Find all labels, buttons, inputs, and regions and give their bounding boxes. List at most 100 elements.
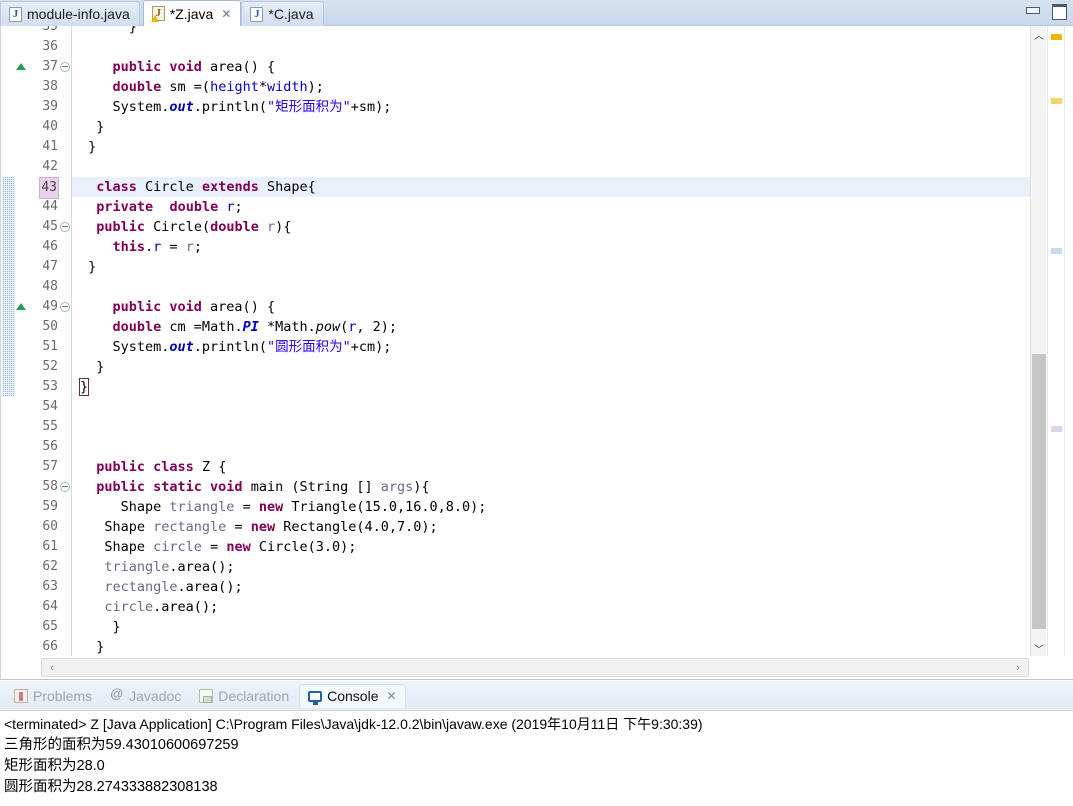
scroll-down-icon[interactable]: ﹀ bbox=[1031, 640, 1047, 656]
code-line-40[interactable]: } bbox=[72, 117, 1032, 137]
code-token: Shape{ bbox=[258, 179, 316, 195]
code-line-66[interactable]: } bbox=[72, 637, 1032, 656]
code-line-47[interactable]: } bbox=[72, 257, 1032, 277]
line-number-57[interactable]: 57 bbox=[15, 457, 71, 477]
editor-tab-label: *Z.java bbox=[169, 5, 214, 22]
line-number-62[interactable]: 62 bbox=[15, 557, 71, 577]
code-line-51[interactable]: System.out.println("圆形面积为"+cm); bbox=[72, 337, 1032, 357]
code-line-52[interactable]: } bbox=[72, 357, 1032, 377]
line-number-64[interactable]: 64 bbox=[15, 597, 71, 617]
code-line-57[interactable]: public class Z { bbox=[72, 457, 1032, 477]
code-line-61[interactable]: Shape circle = new Circle(3.0); bbox=[72, 537, 1032, 557]
line-number-38[interactable]: 38 bbox=[15, 77, 71, 97]
ruler-warning-marker[interactable] bbox=[1051, 34, 1062, 40]
line-number-35[interactable]: 35 bbox=[15, 26, 71, 37]
line-number-36[interactable]: 36 bbox=[15, 37, 71, 57]
scroll-right-icon[interactable]: › bbox=[1009, 659, 1027, 676]
code-line-45[interactable]: public Circle(double r){ bbox=[72, 217, 1032, 237]
ruler-info-marker[interactable] bbox=[1051, 248, 1062, 254]
code-line-56[interactable] bbox=[72, 437, 1032, 457]
code-line-60[interactable]: Shape rectangle = new Rectangle(4.0,7.0)… bbox=[72, 517, 1032, 537]
line-number-60[interactable]: 60 bbox=[15, 517, 71, 537]
line-number-45[interactable]: 45 bbox=[15, 217, 71, 237]
code-token: ){ bbox=[275, 219, 292, 235]
vertical-scrollbar-thumb[interactable] bbox=[1032, 354, 1046, 629]
line-number-51[interactable]: 51 bbox=[15, 337, 71, 357]
ruler-warning-marker[interactable] bbox=[1051, 98, 1062, 104]
code-line-54[interactable] bbox=[72, 397, 1032, 417]
fold-collapse-icon[interactable] bbox=[60, 482, 70, 492]
line-number-41[interactable]: 41 bbox=[15, 137, 71, 157]
override-marker-icon[interactable] bbox=[16, 63, 26, 70]
tab-close-icon[interactable]: ✕ bbox=[221, 8, 231, 20]
line-number-56[interactable]: 56 bbox=[15, 437, 71, 457]
code-line-53[interactable]: } bbox=[72, 377, 1032, 397]
view-tab-problems[interactable]: Problems bbox=[6, 684, 100, 708]
source-code-text[interactable]: } public void area() { double sm =(heigh… bbox=[72, 26, 1032, 656]
line-number-39[interactable]: 39 bbox=[15, 97, 71, 117]
fold-collapse-icon[interactable] bbox=[60, 222, 70, 232]
code-line-65[interactable]: } bbox=[72, 617, 1032, 637]
code-line-42[interactable] bbox=[72, 157, 1032, 177]
code-line-36[interactable] bbox=[72, 37, 1032, 57]
line-number-59[interactable]: 59 bbox=[15, 497, 71, 517]
editor-tab-module-infojava[interactable]: module-info.java bbox=[0, 1, 140, 26]
minimize-icon[interactable] bbox=[1024, 3, 1041, 18]
code-line-59[interactable]: Shape triangle = new Triangle(15.0,16.0,… bbox=[72, 497, 1032, 517]
line-number-52[interactable]: 52 bbox=[15, 357, 71, 377]
scroll-up-icon[interactable]: ︿ bbox=[1031, 26, 1047, 42]
code-line-44[interactable]: private double r; bbox=[72, 197, 1032, 217]
line-number-48[interactable]: 48 bbox=[15, 277, 71, 297]
line-number-40[interactable]: 40 bbox=[15, 117, 71, 137]
line-number-43[interactable]: 43 bbox=[15, 177, 71, 199]
override-marker-icon[interactable] bbox=[16, 303, 26, 310]
line-number-53[interactable]: 53 bbox=[15, 377, 71, 397]
editor-tab-cjava[interactable]: *C.java bbox=[241, 1, 324, 26]
line-number-44[interactable]: 44 bbox=[15, 197, 71, 217]
code-line-41[interactable]: } bbox=[72, 137, 1032, 157]
code-line-55[interactable] bbox=[72, 417, 1032, 437]
code-line-49[interactable]: public void area() { bbox=[72, 297, 1032, 317]
view-tab-declaration[interactable]: Declaration bbox=[191, 684, 297, 708]
code-line-43[interactable]: class Circle extends Shape{ bbox=[72, 177, 1032, 197]
line-number-65[interactable]: 65 bbox=[15, 617, 71, 637]
console-output[interactable]: <terminated> Z [Java Application] C:\Pro… bbox=[0, 712, 1073, 806]
view-tab-console[interactable]: Console ✕ bbox=[299, 683, 406, 708]
scroll-left-icon[interactable]: ‹ bbox=[43, 659, 61, 676]
overview-ruler[interactable] bbox=[1047, 26, 1065, 656]
line-number-54[interactable]: 54 bbox=[15, 397, 71, 417]
code-line-48[interactable] bbox=[72, 277, 1032, 297]
line-number-50[interactable]: 50 bbox=[15, 317, 71, 337]
code-token: = bbox=[234, 499, 259, 515]
line-number-47[interactable]: 47 bbox=[15, 257, 71, 277]
line-number-58[interactable]: 58 bbox=[15, 477, 71, 497]
code-line-37[interactable]: public void area() { bbox=[72, 57, 1032, 77]
line-number-ruler[interactable]: 35 36 37 38 39 40 41 42 43 44 45 46 47 48 49 50 51 52 53 54… bbox=[15, 26, 71, 656]
editor-horizontal-scrollbar[interactable]: ‹ › bbox=[41, 658, 1029, 677]
line-number-42[interactable]: 42 bbox=[15, 157, 71, 177]
code-line-35[interactable]: } bbox=[72, 26, 1032, 37]
line-number-66[interactable]: 66 bbox=[15, 637, 71, 657]
code-line-58[interactable]: public static void main (String [] args)… bbox=[72, 477, 1032, 497]
maximize-icon[interactable] bbox=[1050, 3, 1067, 20]
line-number-63[interactable]: 63 bbox=[15, 577, 71, 597]
editor-tab-zjava[interactable]: *Z.java ✕ bbox=[142, 0, 242, 26]
line-number-46[interactable]: 46 bbox=[15, 237, 71, 257]
code-line-38[interactable]: double sm =(height*width); bbox=[72, 77, 1032, 97]
code-line-39[interactable]: System.out.println("矩形面积为"+sm); bbox=[72, 97, 1032, 117]
line-number-37[interactable]: 37 bbox=[15, 57, 71, 77]
code-line-63[interactable]: rectangle.area(); bbox=[72, 577, 1032, 597]
editor-vertical-scrollbar[interactable]: ︿ ﹀ bbox=[1030, 26, 1046, 656]
line-number-61[interactable]: 61 bbox=[15, 537, 71, 557]
view-tab-close-icon[interactable]: ✕ bbox=[387, 689, 397, 703]
code-line-64[interactable]: circle.area(); bbox=[72, 597, 1032, 617]
ruler-occurrence-marker[interactable] bbox=[1051, 426, 1062, 432]
line-number-55[interactable]: 55 bbox=[15, 417, 71, 437]
code-line-46[interactable]: this.r = r; bbox=[72, 237, 1032, 257]
code-line-50[interactable]: double cm =Math.PI *Math.pow(r, 2); bbox=[72, 317, 1032, 337]
fold-collapse-icon[interactable] bbox=[60, 302, 70, 312]
line-number-49[interactable]: 49 bbox=[15, 297, 71, 317]
fold-collapse-icon[interactable] bbox=[60, 62, 70, 72]
view-tab-javadoc[interactable]: Javadoc bbox=[102, 684, 189, 708]
code-line-62[interactable]: triangle.area(); bbox=[72, 557, 1032, 577]
